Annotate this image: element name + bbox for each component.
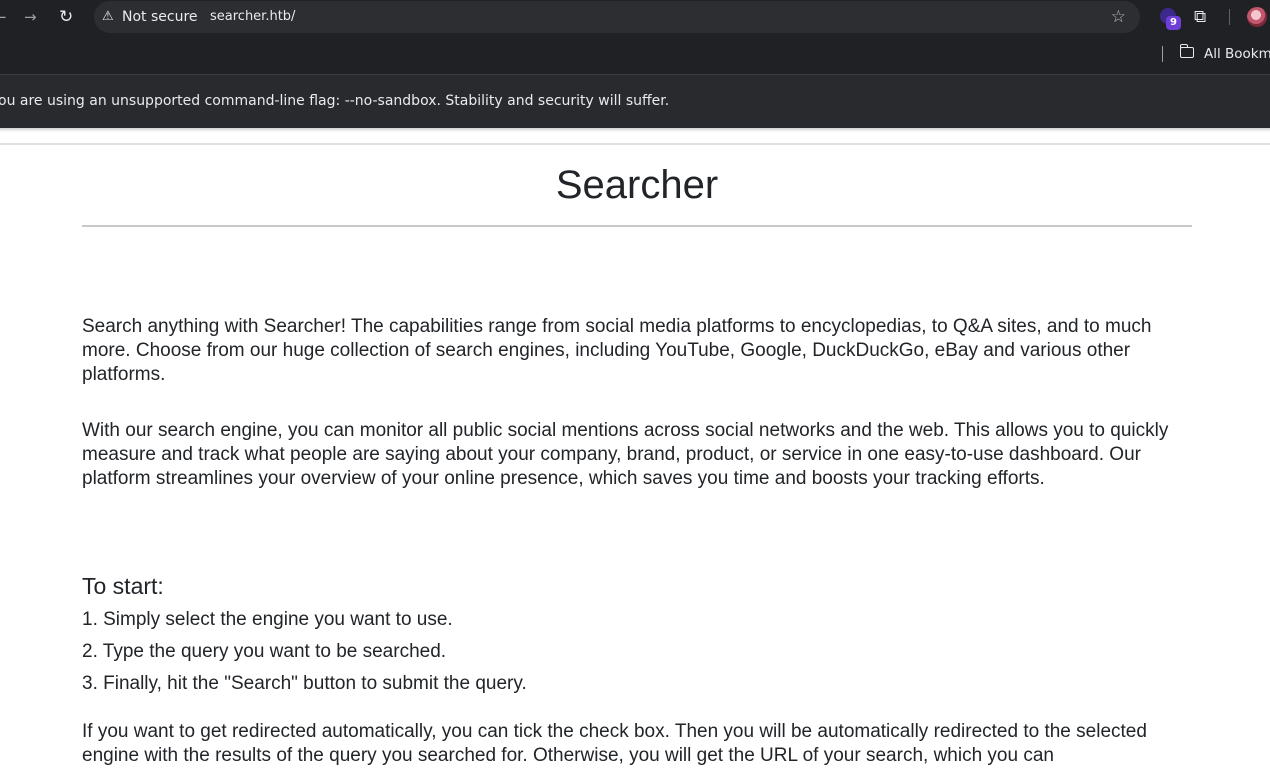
warning-triangle-icon[interactable]: ⚠ bbox=[102, 1, 114, 33]
start-heading: To start: bbox=[82, 573, 164, 599]
monitoring-paragraph: With our search engine, you can monitor … bbox=[82, 420, 1169, 489]
page-top-divider bbox=[0, 143, 1270, 145]
toolbar-divider bbox=[1229, 9, 1230, 25]
redirect-paragraph: If you want to get redirected automatica… bbox=[82, 721, 1147, 766]
security-status[interactable]: Not secure bbox=[122, 1, 198, 33]
infobar-message: ou are using an unsupported command-line… bbox=[0, 93, 670, 109]
step-item: 3. Finally, hit the "Search" button to s… bbox=[82, 673, 527, 694]
extension-badge: 9 bbox=[1166, 16, 1181, 30]
url-text[interactable]: searcher.htb/ bbox=[210, 1, 295, 33]
folder-icon[interactable] bbox=[1179, 44, 1194, 58]
reload-icon: ↻ bbox=[59, 7, 74, 27]
page-title: Searcher bbox=[555, 163, 719, 207]
title-divider bbox=[82, 225, 1192, 227]
arrow-left-icon: ← bbox=[0, 8, 7, 26]
browser-toolbar: ← → ↻ ⚠ Not secure searcher.htb/ ☆ 9 ⧉ bbox=[0, 0, 1270, 34]
arrow-right-icon: → bbox=[24, 8, 37, 26]
profile-avatar[interactable] bbox=[1247, 7, 1267, 27]
unsupported-flag-infobar: ou are using an unsupported command-line… bbox=[0, 74, 1270, 128]
all-bookmarks-button[interactable]: All Bookm bbox=[1204, 34, 1270, 74]
infobar-shadow bbox=[0, 128, 1270, 132]
step-item: 1. Simply select the engine you want to … bbox=[82, 609, 453, 630]
back-button[interactable]: ← bbox=[0, 0, 7, 34]
bookmarks-bar: All Bookm bbox=[0, 34, 1270, 74]
address-bar[interactable]: ⚠ Not secure searcher.htb/ ☆ bbox=[94, 1, 1140, 33]
extensions-puzzle-icon[interactable]: ⧉ bbox=[1194, 0, 1206, 34]
intro-paragraph: Search anything with Searcher! The capab… bbox=[82, 316, 1152, 385]
step-item: 2. Type the query you want to be searche… bbox=[82, 641, 447, 662]
reload-button[interactable]: ↻ bbox=[59, 0, 73, 34]
bookmark-star-icon[interactable]: ☆ bbox=[1111, 1, 1126, 33]
forward-button[interactable]: → bbox=[24, 0, 37, 34]
bookmarks-divider bbox=[1162, 46, 1163, 62]
